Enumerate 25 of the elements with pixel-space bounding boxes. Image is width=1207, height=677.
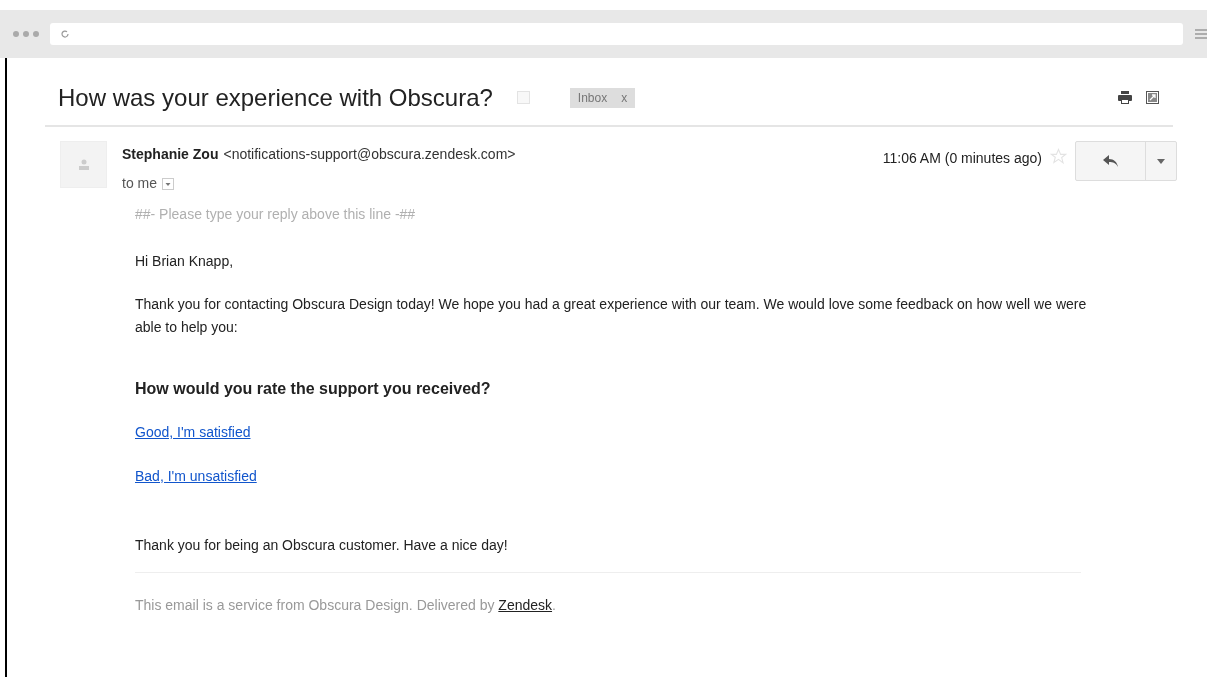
avatar	[60, 141, 107, 188]
recipient-text: to me	[122, 174, 157, 193]
reply-separator-text: ##- Please type your reply above this line -##	[135, 205, 417, 224]
email-subject: How was your experience with Obscura?	[58, 82, 493, 113]
rating-question: How would you rate the support you received?	[135, 379, 492, 399]
reload-icon[interactable]	[60, 29, 70, 39]
rating-link[interactable]: Bad, I'm unsatisfied	[135, 466, 257, 487]
importance-marker-icon[interactable]	[516, 91, 530, 104]
print-icon[interactable]	[1118, 91, 1132, 104]
sender-name: Stephanie Zou	[122, 145, 219, 164]
caret-icon	[1157, 158, 1165, 164]
message-paragraph: Thank you for contacting Obscura Design today! We hope you had a great experience with our team. We would love some feedback on how well we were able to help you:	[135, 295, 1088, 337]
new-window-icon[interactable]	[1146, 91, 1159, 104]
footer-text: This email is a service from Obscura Design. Delivered by Zendesk.	[135, 596, 557, 615]
sender-address: <notifications-support@obscura.zendesk.com>	[223, 145, 516, 164]
details-dropdown-icon[interactable]	[162, 177, 174, 190]
closing-text: Thank you for being an Obscura customer. Have a nice day!	[135, 536, 509, 555]
remove-label-button[interactable]: x	[621, 88, 628, 107]
star-icon[interactable]	[1050, 148, 1067, 165]
menu-icon[interactable]	[1193, 28, 1207, 40]
timestamp: 11:06 AM (0 minutes ago)	[882, 149, 1042, 168]
reply-icon	[1102, 155, 1119, 167]
greeting-text: Hi Brian Knapp,	[135, 252, 235, 271]
rating-link[interactable]: Good, I'm satisfied	[135, 422, 251, 443]
window-dots-icon	[12, 30, 40, 38]
